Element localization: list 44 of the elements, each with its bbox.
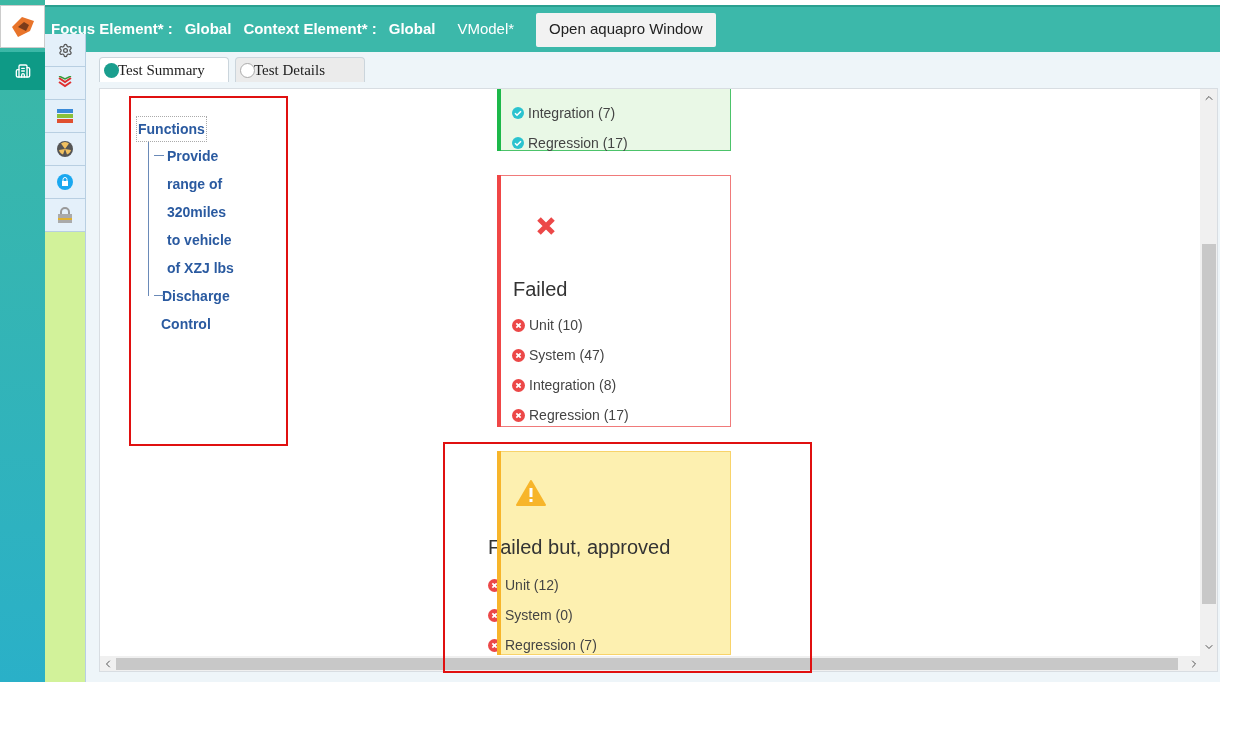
- settings-button[interactable]: [45, 34, 85, 67]
- open-window-button[interactable]: Open aquapro Window: [536, 12, 716, 47]
- hazard-button[interactable]: [45, 133, 85, 166]
- lock-button[interactable]: [45, 166, 85, 199]
- radiation-icon: [57, 141, 73, 157]
- model-name: VModel*: [457, 19, 515, 40]
- lock-icon: [57, 174, 73, 190]
- check-circle-icon: [512, 137, 524, 149]
- error-circle-icon: [512, 318, 525, 332]
- padlock-icon: [58, 207, 72, 223]
- error-circle-icon: [512, 378, 525, 392]
- test-count: Unit (10): [529, 315, 583, 335]
- horizontal-scrollbar[interactable]: [100, 656, 1200, 671]
- test-count: Regression (17): [529, 405, 629, 425]
- warning-icon: [516, 480, 546, 506]
- context-label: Context Element* :: [243, 19, 377, 40]
- context-value: Global: [388, 19, 436, 40]
- settings-icon: [57, 42, 73, 58]
- test-count: Integration (8): [529, 375, 617, 395]
- stack-button[interactable]: [45, 100, 85, 133]
- test-count: System (47): [529, 345, 605, 365]
- error-circle-icon: [512, 348, 525, 362]
- tab[interactable]: Test Summary: [99, 57, 229, 82]
- vertical-scrollbar[interactable]: [1200, 89, 1217, 671]
- stack-icon: [57, 109, 73, 123]
- check-circle-icon: [512, 107, 524, 119]
- app-logo[interactable]: [0, 5, 45, 48]
- tab[interactable]: Test Details: [235, 57, 365, 82]
- layers-button[interactable]: [45, 67, 85, 100]
- chevrons-icon: [57, 76, 73, 90]
- test-count: Regression (17): [528, 133, 628, 153]
- test-count: Integration (7): [528, 103, 616, 123]
- focus-label: Focus Element* :: [51, 19, 173, 40]
- cross-icon: [536, 216, 556, 236]
- error-circle-icon: [512, 408, 525, 422]
- test-count: System (0): [505, 605, 573, 625]
- test-count: Unit (12): [505, 575, 559, 595]
- focus-value: Global: [184, 19, 232, 40]
- test-count: Regression (7): [505, 635, 597, 655]
- tree-node[interactable]: Provide range of 320miles to vehicle of XZJ lbs: [167, 142, 235, 282]
- tree-node[interactable]: Discharge Control: [148, 282, 238, 338]
- building-icon: [14, 63, 31, 79]
- padlock-button[interactable]: [45, 199, 85, 232]
- card-title: Failed: [513, 277, 569, 302]
